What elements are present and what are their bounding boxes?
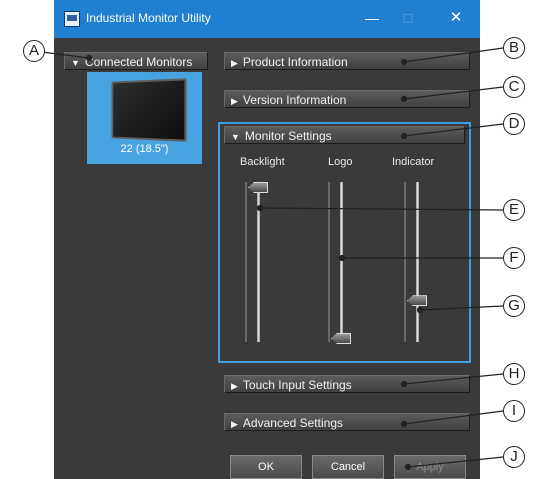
callout-leader-lines <box>33 47 504 471</box>
callout-i: I <box>503 400 525 422</box>
callout-g: G <box>503 295 525 317</box>
callout-h: H <box>503 363 525 385</box>
callout-e: E <box>503 199 525 221</box>
callout-d: D <box>503 113 525 135</box>
callout-c: C <box>503 76 525 98</box>
callout-f: F <box>503 247 525 269</box>
callout-j: J <box>503 446 525 468</box>
callout-b: B <box>503 37 525 59</box>
callout-a: A <box>23 40 45 62</box>
